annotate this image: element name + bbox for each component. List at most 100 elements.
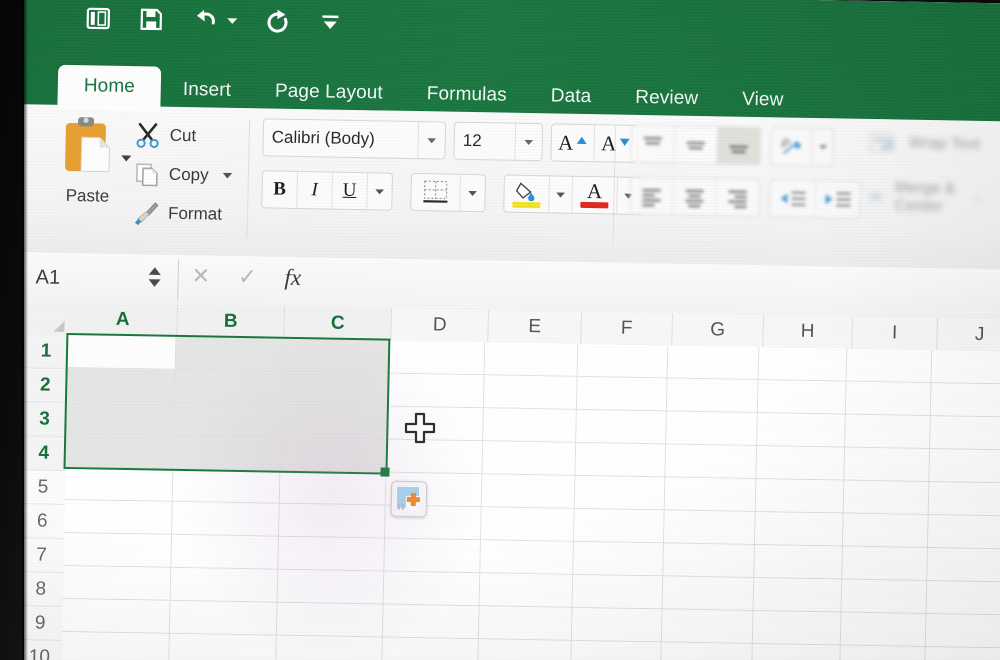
cell-J1[interactable]	[931, 350, 1000, 384]
bold-button[interactable]: B	[262, 171, 298, 208]
column-header-G[interactable]: G	[672, 314, 764, 348]
triangle-down-icon[interactable]	[147, 278, 161, 287]
cell-E6[interactable]	[481, 507, 574, 542]
cell-J4[interactable]	[929, 449, 1000, 483]
copy-button[interactable]: Copy	[134, 161, 233, 189]
cell-G8[interactable]	[663, 576, 754, 611]
cell-F2[interactable]	[577, 377, 668, 412]
column-header-C[interactable]: C	[284, 307, 392, 341]
cell-A4[interactable]	[66, 434, 175, 469]
cell-H1[interactable]	[758, 347, 847, 382]
cell-E1[interactable]	[485, 342, 578, 377]
paste-button[interactable]	[61, 115, 116, 183]
cell-C10[interactable]	[276, 636, 383, 660]
cell-A10[interactable]	[61, 632, 170, 660]
cell-D1[interactable]	[389, 341, 486, 376]
cell-B9[interactable]	[170, 601, 277, 636]
cell-I3[interactable]	[845, 415, 930, 449]
paste-dropdown-button[interactable]	[120, 150, 132, 168]
cell-C5[interactable]	[279, 471, 386, 506]
redo-button[interactable]	[265, 8, 292, 34]
format-painter-button[interactable]: Format	[133, 200, 232, 228]
cell-G3[interactable]	[666, 411, 757, 446]
column-header-D[interactable]: D	[391, 309, 489, 343]
cut-button[interactable]: Cut	[134, 122, 233, 150]
cell-E4[interactable]	[483, 441, 576, 476]
chevron-down-icon[interactable]	[226, 16, 238, 26]
cell-J8[interactable]	[926, 581, 1000, 615]
cell-C8[interactable]	[277, 570, 384, 605]
tab-page-layout[interactable]: Page Layout	[253, 71, 406, 116]
cell-C4[interactable]	[280, 438, 387, 473]
fill-color-dropdown[interactable]	[549, 176, 573, 212]
cell-I8[interactable]	[842, 580, 927, 614]
cell-B8[interactable]	[171, 568, 278, 603]
cell-F3[interactable]	[576, 410, 667, 445]
insert-function-button[interactable]: fx	[284, 265, 301, 291]
cell-B4[interactable]	[174, 436, 281, 471]
cell-A7[interactable]	[63, 533, 172, 568]
increase-indent-button[interactable]	[815, 181, 860, 218]
cell-E10[interactable]	[479, 639, 572, 660]
cell-I5[interactable]	[844, 481, 929, 515]
tab-home[interactable]: Home	[57, 65, 161, 112]
increase-font-size-button[interactable]: A	[551, 124, 595, 161]
cell-G5[interactable]	[665, 477, 756, 512]
cell-C7[interactable]	[278, 537, 385, 572]
cell-C2[interactable]	[282, 372, 389, 407]
cell-J5[interactable]	[928, 482, 1000, 516]
cell-F4[interactable]	[575, 443, 666, 478]
cell-E3[interactable]	[484, 408, 577, 443]
cell-G4[interactable]	[666, 444, 757, 479]
font-name-dropdown[interactable]	[417, 122, 445, 158]
cell-D2[interactable]	[388, 374, 485, 409]
cell-D9[interactable]	[383, 605, 480, 640]
decrease-font-size-button[interactable]: A	[594, 125, 637, 162]
cell-G2[interactable]	[667, 378, 758, 413]
cell-G6[interactable]	[664, 510, 755, 545]
cell-H3[interactable]	[757, 413, 846, 448]
column-header-H[interactable]: H	[763, 315, 853, 349]
cell-C9[interactable]	[277, 603, 384, 638]
cell-F10[interactable]	[571, 641, 662, 660]
cell-I4[interactable]	[844, 448, 929, 482]
cell-C1[interactable]	[282, 339, 389, 374]
cell-F8[interactable]	[572, 575, 663, 610]
borders-dropdown[interactable]	[460, 175, 485, 211]
cell-I7[interactable]	[842, 547, 927, 581]
cell-A8[interactable]	[63, 566, 172, 601]
cell-D4[interactable]	[386, 440, 483, 475]
cell-A3[interactable]	[66, 401, 175, 436]
cell-B7[interactable]	[172, 535, 279, 570]
decrease-indent-button[interactable]	[770, 180, 816, 217]
cell-B1[interactable]	[176, 337, 283, 372]
name-box-spinner[interactable]	[147, 266, 161, 287]
cell-J9[interactable]	[925, 614, 1000, 648]
triangle-up-icon[interactable]	[148, 266, 162, 275]
tab-view[interactable]: View	[720, 79, 806, 122]
cell-D7[interactable]	[384, 539, 481, 574]
cell-H5[interactable]	[755, 479, 844, 514]
quick-analysis-button[interactable]	[391, 481, 428, 518]
cell-I1[interactable]	[847, 349, 932, 383]
italic-button[interactable]: I	[297, 172, 333, 209]
cell-F9[interactable]	[572, 608, 663, 643]
align-right-button[interactable]	[716, 179, 759, 216]
select-all-button[interactable]	[24, 302, 70, 336]
fill-color-button[interactable]	[504, 176, 550, 213]
cell-E2[interactable]	[484, 375, 577, 410]
tab-data[interactable]: Data	[528, 76, 613, 119]
align-top-button[interactable]	[631, 126, 675, 163]
cancel-entry-button[interactable]: ✕	[191, 263, 210, 289]
row-header-2[interactable]: 2	[23, 368, 68, 403]
cell-H9[interactable]	[752, 611, 841, 646]
cell-E7[interactable]	[481, 540, 574, 575]
align-left-button[interactable]	[630, 178, 674, 215]
customize-qat-button[interactable]	[318, 10, 343, 34]
cell-C6[interactable]	[279, 504, 386, 539]
cell-H4[interactable]	[756, 446, 845, 481]
font-name-control[interactable]: Calibri (Body)	[262, 118, 446, 159]
cell-I2[interactable]	[846, 382, 931, 416]
row-header-4[interactable]: 4	[21, 436, 66, 471]
merge-center-button[interactable]: Merge & Center	[867, 179, 981, 217]
